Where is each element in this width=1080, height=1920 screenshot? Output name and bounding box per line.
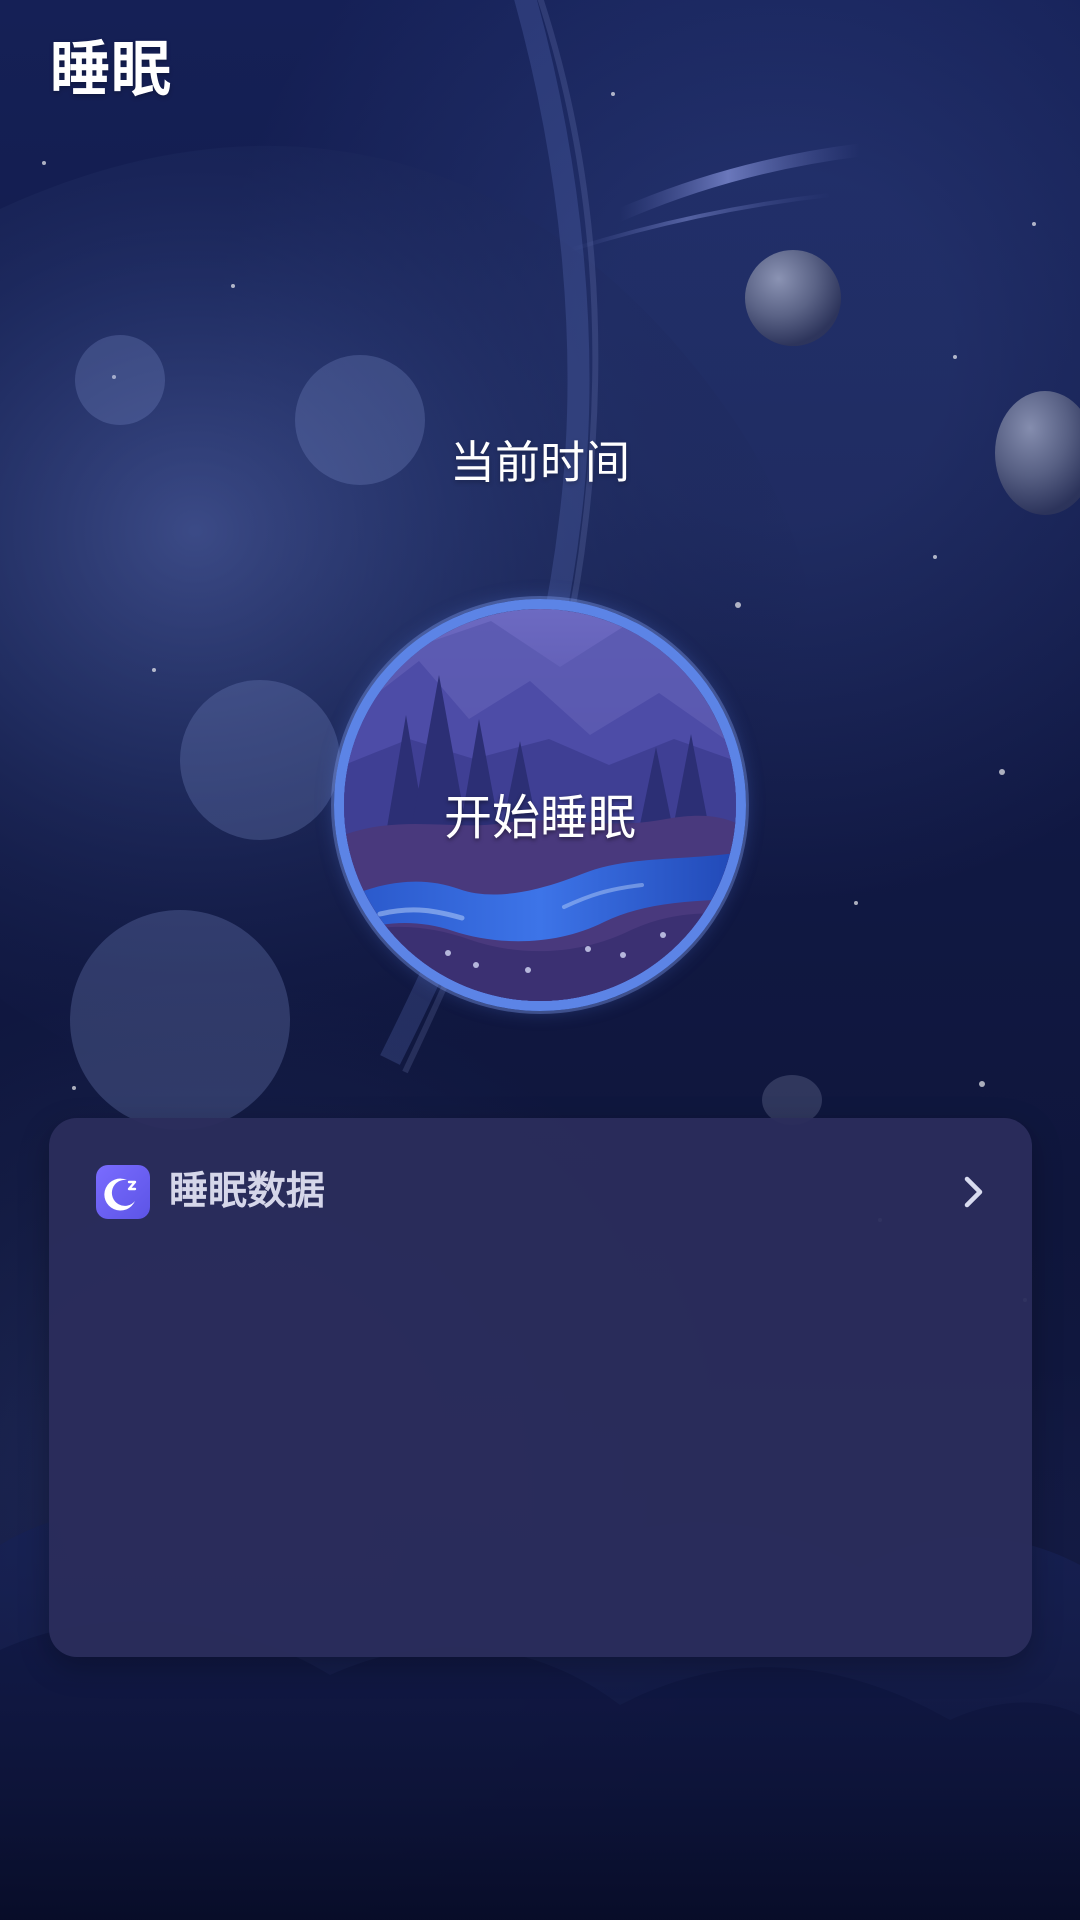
sleep-screen: 睡眠 当前时间 开始睡眠 睡眠数据 — [0, 0, 1080, 1920]
sleep-data-card: 睡眠数据 — [49, 1118, 1032, 1657]
moon-sleep-icon — [96, 1165, 150, 1219]
start-sleep-button[interactable]: 开始睡眠 — [334, 599, 746, 1011]
sleep-data-title: 睡眠数据 — [169, 1169, 326, 1214]
page-title: 睡眠 — [50, 35, 172, 105]
chevron-right-icon[interactable] — [950, 1169, 996, 1215]
sleep-data-header[interactable]: 睡眠数据 — [96, 1165, 996, 1219]
current-time-label: 当前时间 — [449, 436, 630, 489]
start-sleep-label: 开始睡眠 — [443, 790, 636, 846]
